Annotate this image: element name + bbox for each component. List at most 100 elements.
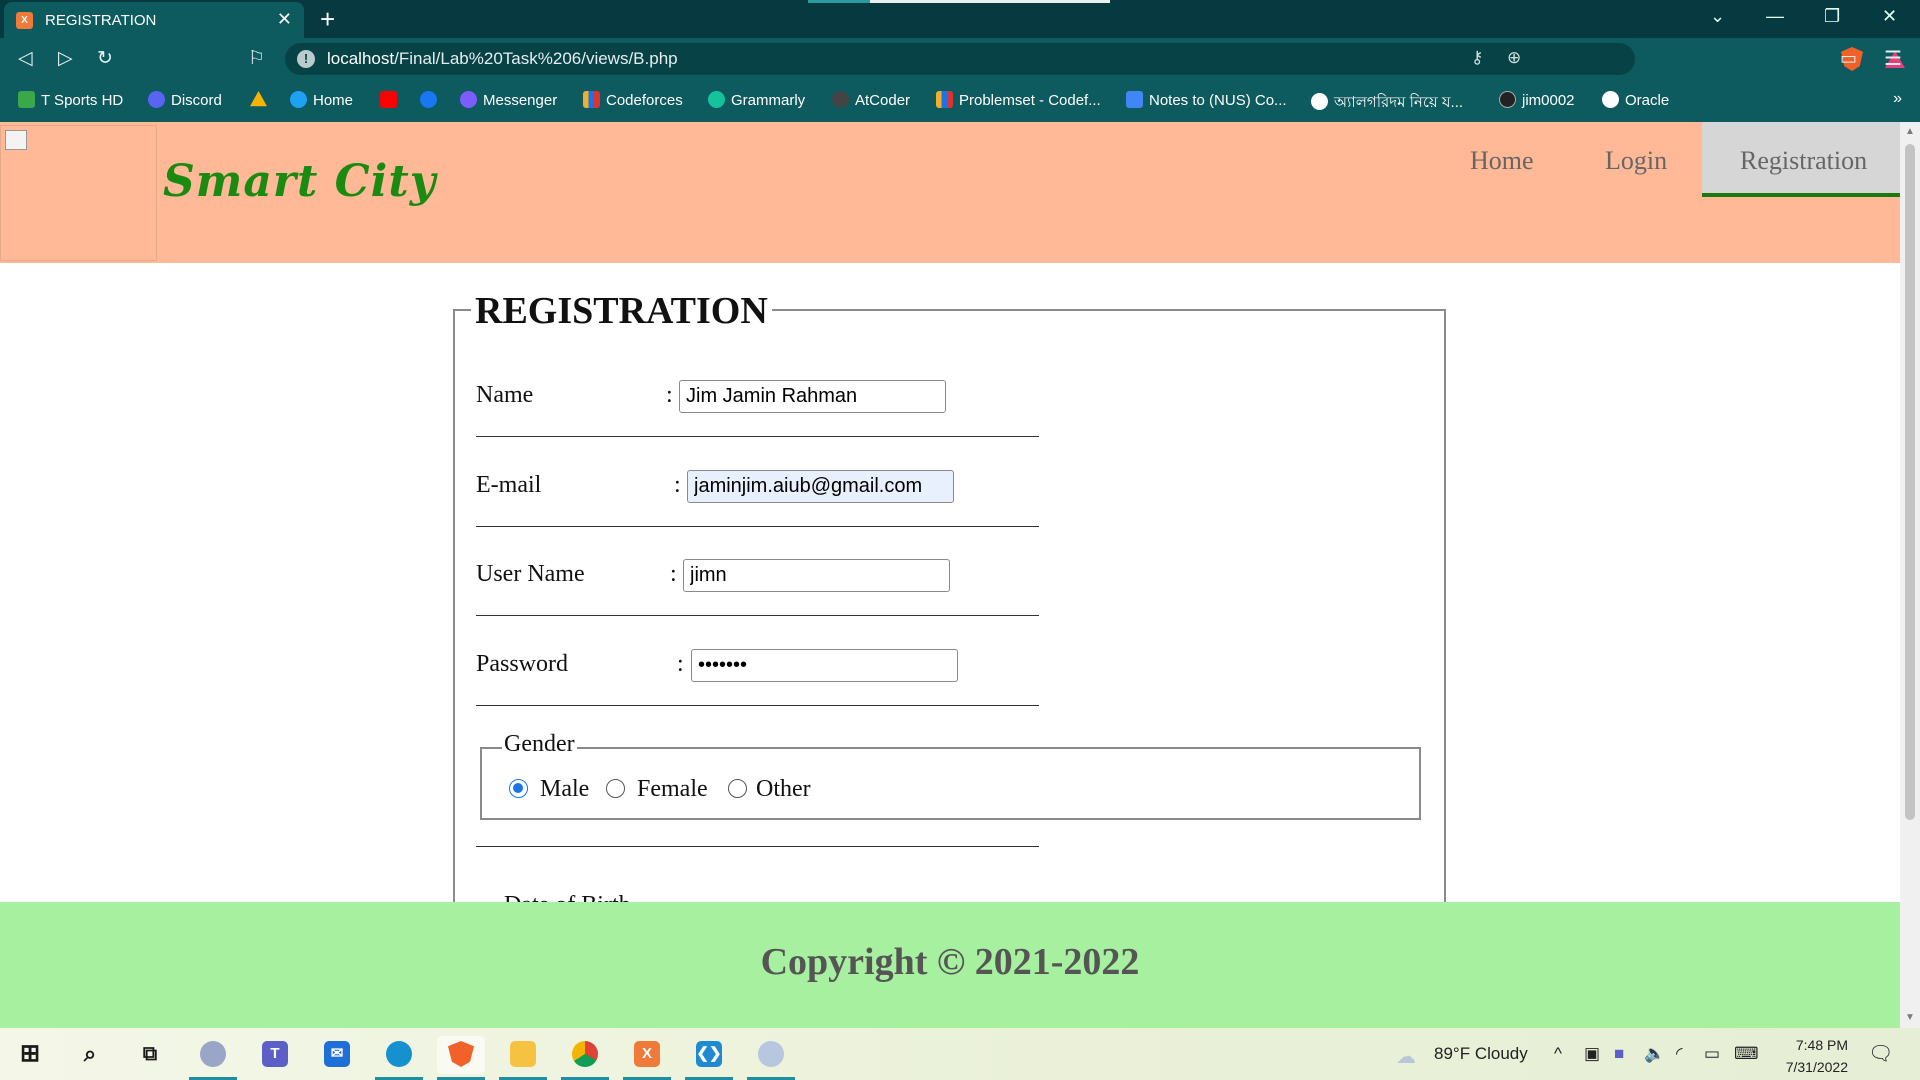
scroll-down-arrow-icon[interactable]: ▼ [1905, 1012, 1915, 1023]
gender-other-label[interactable]: Other [756, 776, 811, 803]
atcoder-icon [832, 91, 849, 108]
close-window-icon[interactable]: ✕ [1882, 6, 1897, 27]
codeforces-icon [583, 91, 600, 108]
name-input[interactable] [679, 380, 946, 413]
twitter-icon [290, 91, 307, 108]
globe-icon [1602, 91, 1619, 108]
bookmark-item[interactable]: AtCoder [832, 91, 910, 109]
taskbar-app-chrome[interactable] [561, 1036, 609, 1080]
bookmark-item[interactable]: Grammarly [708, 91, 805, 109]
divider [476, 615, 1039, 616]
menu-icon[interactable]: ☰ [1884, 46, 1902, 71]
bookmark-icon[interactable]: ⚐ [248, 47, 265, 70]
google-drive-icon [250, 91, 267, 107]
nav-registration-link[interactable]: Registration [1740, 146, 1867, 176]
widgets-button[interactable]: ⧉ [126, 1036, 174, 1074]
weather-text[interactable]: 89°F Cloudy [1434, 1044, 1528, 1064]
gender-other-radio[interactable] [728, 779, 747, 798]
taskbar-app-file-explorer[interactable] [499, 1036, 547, 1080]
close-tab-icon[interactable]: ✕ [277, 9, 292, 30]
url-text[interactable]: localhost/Final/Lab%20Task%206/views/B.p… [327, 49, 678, 69]
taskbar-app-xampp[interactable]: X [623, 1036, 671, 1080]
mail-icon: ✉ [324, 1041, 350, 1067]
bookmark-item[interactable] [380, 91, 403, 109]
reload-icon[interactable]: ↻ [97, 47, 113, 70]
brave-icon [448, 1041, 474, 1067]
nav-home-link[interactable]: Home [1470, 146, 1534, 176]
codeforces-icon [936, 91, 953, 108]
site-header: Smart City Home Login Registration [0, 122, 1900, 263]
password-input[interactable] [691, 649, 958, 682]
site-info-icon[interactable]: ! [297, 50, 315, 68]
gender-female-radio[interactable] [606, 779, 625, 798]
bookmarks-overflow-icon[interactable]: » [1893, 90, 1902, 108]
volume-icon[interactable]: 🔈 [1644, 1044, 1665, 1064]
bookmark-item[interactable]: Messenger [460, 91, 557, 109]
gender-male-radio[interactable] [509, 779, 528, 798]
taskbar-app-mail[interactable]: ✉ [313, 1036, 361, 1074]
taskbar-clock[interactable]: 7:48 PM 7/31/2022 [1772, 1034, 1848, 1078]
wallet-icon[interactable]: ▭ [1840, 48, 1857, 69]
gender-female-label[interactable]: Female [637, 776, 708, 803]
taskbar-app-paint[interactable] [747, 1036, 795, 1080]
bookmark-item[interactable]: Discord [148, 91, 222, 109]
site-title: Smart City [163, 156, 437, 207]
page-scrollbar[interactable]: ▲ ▼ [1900, 122, 1920, 1028]
forward-icon[interactable]: ▷ [58, 47, 73, 70]
bookmark-item[interactable]: Notes to (NUS) Co... [1126, 91, 1287, 109]
bookmark-item[interactable]: jim0002 [1499, 91, 1575, 109]
back-icon[interactable]: ◁ [18, 47, 33, 70]
name-colon: : [666, 382, 673, 408]
new-tab-plus-icon[interactable]: + [320, 4, 335, 35]
scroll-thumb[interactable] [1905, 144, 1915, 820]
nav-login-link[interactable]: Login [1605, 146, 1667, 176]
tab-search-chevron-icon[interactable]: ⌄ [1710, 6, 1725, 27]
restore-icon[interactable]: ❐ [1824, 6, 1840, 27]
battery-icon[interactable]: ▭ [1704, 1044, 1720, 1064]
bookmarks-bar: T Sports HD Discord Home Messenger Codef… [0, 82, 1920, 122]
bookmark-item[interactable]: Codeforces [583, 91, 683, 109]
search-button[interactable]: ⌕ [66, 1036, 114, 1074]
bookmark-item[interactable]: T Sports HD [18, 91, 123, 109]
zoom-icon[interactable]: ⊕ [1507, 48, 1521, 68]
notifications-icon[interactable]: 🗨 [1868, 1041, 1893, 1066]
bookmark-item[interactable]: অ্যালগরিদম নিয়ে য... [1311, 91, 1463, 116]
tab-strip-indicator-accent [808, 0, 870, 3]
gender-male-label[interactable]: Male [540, 776, 589, 803]
bookmark-item[interactable] [250, 91, 273, 109]
bookmark-item[interactable]: Oracle [1602, 91, 1669, 109]
teams-tray-icon[interactable]: ■ [1614, 1044, 1624, 1064]
keyboard-icon[interactable]: ⌨ [1734, 1044, 1759, 1064]
email-input[interactable] [687, 470, 954, 503]
bookmark-item[interactable]: Home [290, 91, 353, 109]
network-adapter-icon[interactable]: ▣ [1584, 1044, 1600, 1064]
taskbar-app-vscode[interactable]: ❮❯ [685, 1036, 733, 1080]
minimize-icon[interactable]: — [1766, 6, 1784, 27]
username-input[interactable] [683, 559, 950, 592]
cloudy-weather-icon[interactable]: ☁ [1396, 1044, 1416, 1069]
address-bar[interactable]: ! localhost/Final/Lab%20Task%206/views/B… [285, 43, 1905, 75]
show-hidden-icons-chevron-icon[interactable]: ^ [1554, 1044, 1562, 1064]
start-button[interactable]: ⊞ [6, 1036, 54, 1074]
taskbar-app-teams[interactable]: T [251, 1036, 299, 1074]
globe-icon [1311, 93, 1328, 110]
youtube-icon [380, 91, 397, 108]
scroll-up-arrow-icon[interactable]: ▲ [1905, 126, 1915, 137]
taskbar-app-brave[interactable] [437, 1036, 485, 1080]
taskbar-app-edge[interactable] [375, 1036, 423, 1080]
browser-tab-bar: X REGISTRATION ✕ + ⌄ — ❐ ✕ [0, 0, 1920, 38]
task-view-icon: ⧉ [142, 1043, 158, 1065]
registration-legend: REGISTRATION [471, 289, 772, 333]
browser-tab[interactable]: X REGISTRATION ✕ [4, 2, 304, 38]
gender-fieldset: Gender Male Female Other [480, 731, 1421, 820]
bookmark-item[interactable] [420, 91, 443, 109]
grammarly-icon [708, 91, 725, 108]
bookmark-item[interactable]: Problemset - Codef... [936, 91, 1101, 109]
divider [476, 846, 1039, 847]
key-icon[interactable]: ⚷ [1471, 48, 1483, 68]
taskbar-app-chrome-canary[interactable] [189, 1036, 237, 1080]
wifi-icon[interactable]: ◜ [1676, 1044, 1683, 1064]
clock-date: 7/31/2022 [1785, 1059, 1848, 1075]
teams-icon: T [262, 1041, 288, 1067]
xampp-icon: X [634, 1041, 660, 1067]
